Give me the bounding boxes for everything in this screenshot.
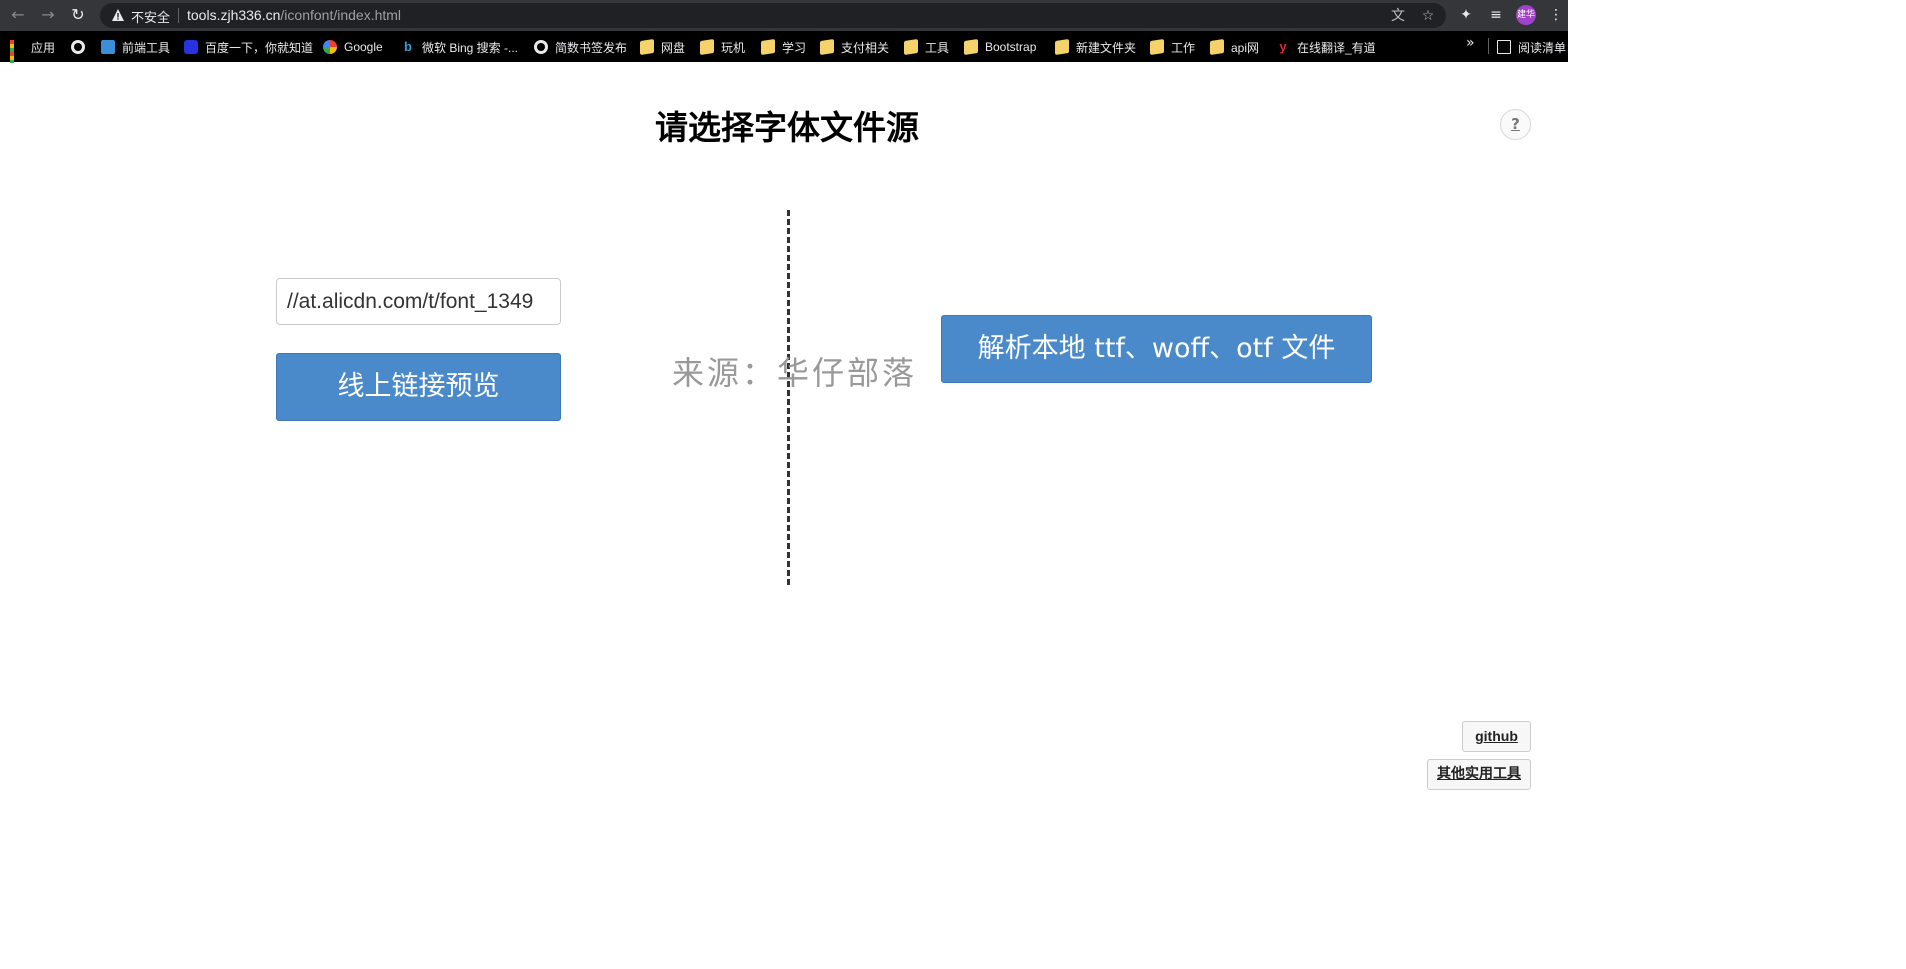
bookmarks-overflow-chevron-icon[interactable]: » [1466,35,1475,51]
folder-icon [1210,39,1224,55]
bookmark-label: 在线翻译_有道 [1297,40,1376,55]
star-icon[interactable]: ☆ [1418,6,1438,26]
folder-icon [1150,39,1164,55]
bookmark-folder-tools[interactable]: 工具 [904,37,949,57]
omnibox-separator [178,8,179,23]
parse-local-file-button[interactable]: 解析本地 ttf、woff、otf 文件 [941,315,1372,383]
folder-icon [820,39,834,55]
bookmark-folder-bootstrap[interactable]: Bootstrap [964,37,1036,57]
reading-list-label: 阅读清单 [1518,40,1567,55]
bookmark-folder-api[interactable]: api网 [1210,37,1259,57]
bookmark-youdao[interactable]: y 在线翻译_有道 [1276,37,1376,57]
bookmark-frontend-tools[interactable]: 前端工具 [101,37,170,57]
folder-icon [1055,39,1069,55]
bookmark-jianshu[interactable]: 简数书签发布 [534,37,627,57]
bookmark-bing[interactable]: b 微软 Bing 搜索 -... [401,37,518,57]
apps-icon [10,40,24,76]
not-secure-label[interactable]: 不安全 [131,7,170,26]
folder-icon [640,39,654,55]
bookmarks-bar: 应用 前端工具 百度一下，你就知道 Google b 微软 Bing 搜索 -.… [0,31,1568,76]
bookmark-label: 简数书签发布 [555,40,628,55]
bookmark-folder-new[interactable]: 新建文件夹 [1055,37,1136,57]
extensions-icon[interactable]: ✦ [1456,5,1476,25]
globe-icon [534,40,548,54]
baidu-icon [184,40,198,54]
forward-arrow-icon[interactable]: → [36,4,60,26]
other-tools-button[interactable]: 其他实用工具 [1427,759,1531,790]
bing-icon: b [404,39,412,54]
bookmark-folder-work[interactable]: 工作 [1150,37,1195,57]
github-button[interactable]: github [1462,721,1531,752]
bookmark-label: 新建文件夹 [1076,40,1137,55]
url-text[interactable]: tools.zjh336.cn/iconfont/index.html [187,7,401,23]
bookmark-label: 微软 Bing 搜索 -... [422,40,519,55]
bookmark-google[interactable]: Google [323,37,383,57]
reload-icon[interactable]: ↻ [66,4,90,26]
bookmark-folder-study[interactable]: 学习 [761,37,806,57]
bookmark-folder-payment[interactable]: 支付相关 [820,37,889,57]
browser-toolbar: ← → ↻ 不安全 tools.zjh336.cn/iconfont/index… [0,0,1568,31]
bookmark-label: 应用 [31,40,56,55]
bookmark-folder-netdisk[interactable]: 网盘 [640,37,685,57]
url-host: tools.zjh336.cn [187,7,281,23]
reading-list-button[interactable]: 阅读清单 [1497,37,1566,57]
page-content: 请选择字体文件源 ? 线上链接预览 来源：华仔部落 解析本地 ttf、woff、… [0,63,1568,806]
menu-kebab-icon[interactable]: ⋮ [1546,5,1566,25]
bookmark-apps[interactable]: 应用 [10,37,56,76]
bookmark-globe[interactable] [71,37,92,57]
tool-site-icon [101,40,115,54]
url-path: /iconfont/index.html [280,7,402,23]
bookmark-label: 百度一下，你就知道 [205,40,314,55]
bookmark-label: 工作 [1171,40,1196,55]
bookmark-label: 玩机 [721,40,746,55]
bookmark-label: 工具 [925,40,950,55]
folder-icon [700,39,714,55]
address-bar[interactable]: 不安全 tools.zjh336.cn/iconfont/index.html … [100,3,1446,28]
bookmark-label: 学习 [782,40,807,55]
media-control-icon[interactable]: ≡ [1486,5,1506,25]
globe-icon [71,40,85,54]
back-arrow-icon[interactable]: ← [6,4,30,26]
online-preview-button[interactable]: 线上链接预览 [276,353,561,421]
reading-list-icon [1497,40,1511,54]
avatar[interactable]: 建华 [1516,5,1536,25]
help-button[interactable]: ? [1500,109,1531,140]
bookmark-label: 支付相关 [841,40,890,55]
font-url-input[interactable] [276,278,561,325]
folder-icon [904,39,918,55]
bookmark-folder-play[interactable]: 玩机 [700,37,745,57]
bookmark-label: 网盘 [661,40,686,55]
folder-icon [761,39,775,55]
bookmarks-divider [1488,38,1489,54]
bookmark-baidu[interactable]: 百度一下，你就知道 [184,37,313,57]
bookmark-label: 前端工具 [122,40,171,55]
google-icon [323,40,337,54]
youdao-icon: y [1279,39,1287,54]
source-watermark-text: 来源：华仔部落 [672,354,918,392]
vertical-dashed-divider [787,210,790,585]
warning-icon [112,9,124,21]
folder-icon [964,39,978,55]
translate-icon[interactable]: 文 [1388,6,1408,26]
bookmark-label: Google [344,40,383,54]
bookmark-label: api网 [1231,40,1260,55]
page-title: 请选择字体文件源 [655,108,919,147]
bookmark-label: Bootstrap [985,40,1037,54]
